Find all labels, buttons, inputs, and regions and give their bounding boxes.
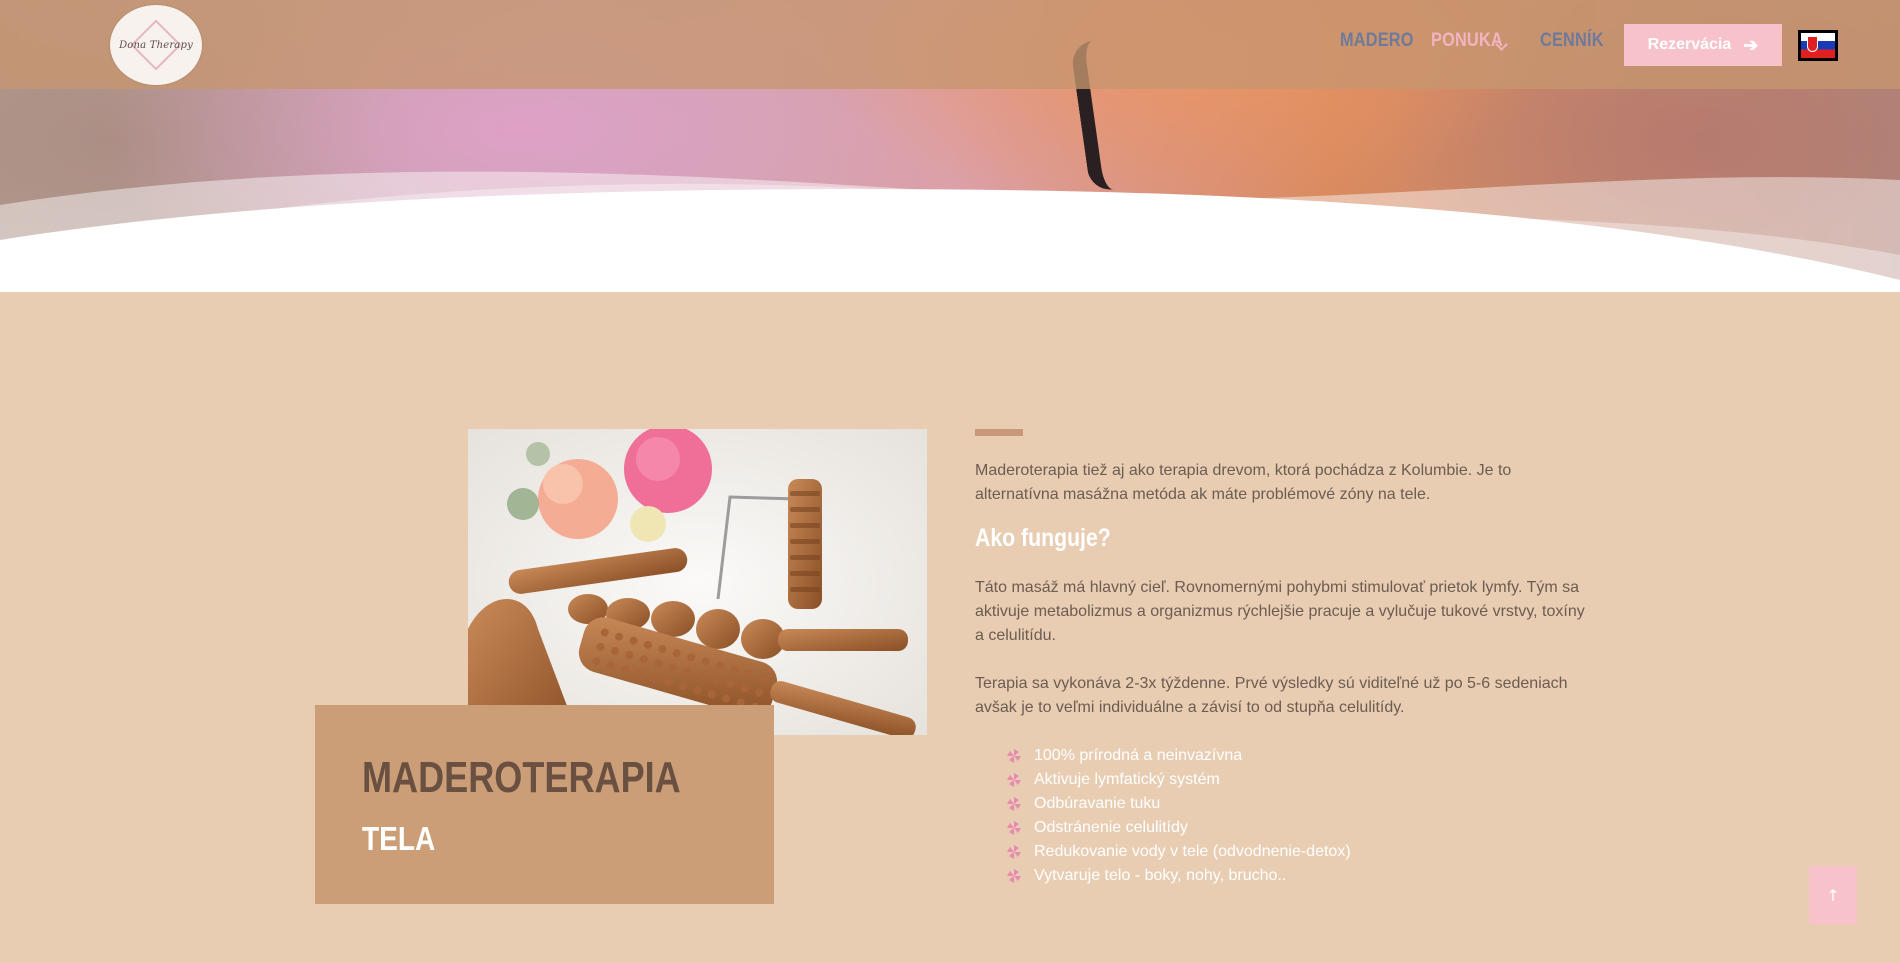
list-item: Odbúravanie tuku [1006, 792, 1351, 816]
arrow-up-icon: ↑ [1826, 885, 1840, 905]
paragraph-2: Terapia sa vykonáva 2-3x týždenne. Prvé … [975, 675, 1568, 716]
section-title: MADEROTERAPIA [362, 753, 681, 802]
site-header: Dona Therapy MADERO PONUKA CENNÍK Rezerv… [0, 0, 1900, 89]
pinwheel-icon [1007, 773, 1021, 787]
feature-text: Aktivuje lymfatický systém [1034, 771, 1220, 788]
feature-text: Odstránenie celulitídy [1034, 819, 1188, 836]
maderotherapy-tools-photo [468, 429, 927, 735]
list-item: Vytvaruje telo - boky, nohy, brucho.. [1006, 864, 1351, 888]
title-card: MADEROTERAPIA TELA [315, 705, 774, 904]
language-switcher[interactable] [1798, 30, 1838, 61]
feature-text: Vytvaruje telo - boky, nohy, brucho.. [1034, 867, 1287, 884]
pinwheel-icon [1007, 845, 1021, 859]
feature-text: Odbúravanie tuku [1034, 795, 1161, 812]
pinwheel-icon [1007, 821, 1021, 835]
site-logo[interactable]: Dona Therapy [110, 5, 202, 85]
flag-shield [1807, 36, 1818, 52]
list-item: Aktivuje lymfatický systém [1006, 768, 1351, 792]
pinwheel-icon [1007, 869, 1021, 883]
paragraph-1: Táto masáž má hlavný cieľ. Rovnomernými … [975, 579, 1585, 644]
pinwheel-icon [1007, 797, 1021, 811]
section-subtitle: TELA [362, 820, 436, 857]
nav-ponuka[interactable]: PONUKA [1431, 30, 1503, 60]
nav-cennik[interactable]: CENNÍK [1540, 30, 1604, 60]
list-item: 100% prírodná a neinvazívna [1006, 744, 1351, 768]
intro-text: Maderoterapia tiež aj ako terapia drevom… [975, 462, 1512, 503]
nav-madero[interactable]: MADERO [1340, 30, 1414, 60]
slovak-flag-icon [1801, 33, 1835, 58]
reservation-button-label: Rezervácia [1647, 36, 1732, 53]
pinwheel-icon [1007, 749, 1021, 763]
logo-text: Dona Therapy [119, 39, 193, 51]
list-item: Odstránenie celulitídy [1006, 816, 1351, 840]
back-to-top-button[interactable]: ↑ [1809, 866, 1857, 924]
feature-list: 100% prírodná a neinvazívna Aktivuje lym… [1006, 744, 1351, 888]
feature-text: 100% prírodná a neinvazívna [1034, 747, 1243, 764]
feature-text: Redukovanie vody v tele (odvodnenie-deto… [1034, 843, 1351, 860]
accent-bar [975, 429, 1023, 436]
list-item: Redukovanie vody v tele (odvodnenie-deto… [1006, 840, 1351, 864]
how-it-works-heading: Ako funguje? [975, 524, 1111, 552]
arrow-right-icon: ➔ [1743, 34, 1759, 55]
reservation-button[interactable]: Rezervácia ➔ [1624, 24, 1782, 66]
